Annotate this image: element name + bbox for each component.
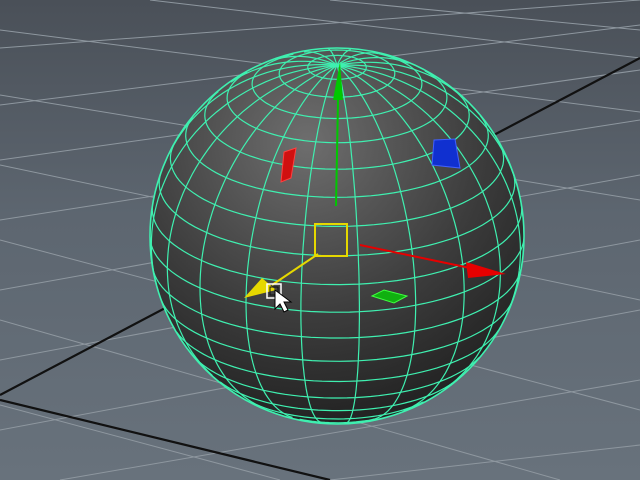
- 3d-viewport[interactable]: [0, 0, 640, 480]
- xy-plane-handle[interactable]: [431, 138, 461, 169]
- viewport-scene[interactable]: [0, 0, 640, 480]
